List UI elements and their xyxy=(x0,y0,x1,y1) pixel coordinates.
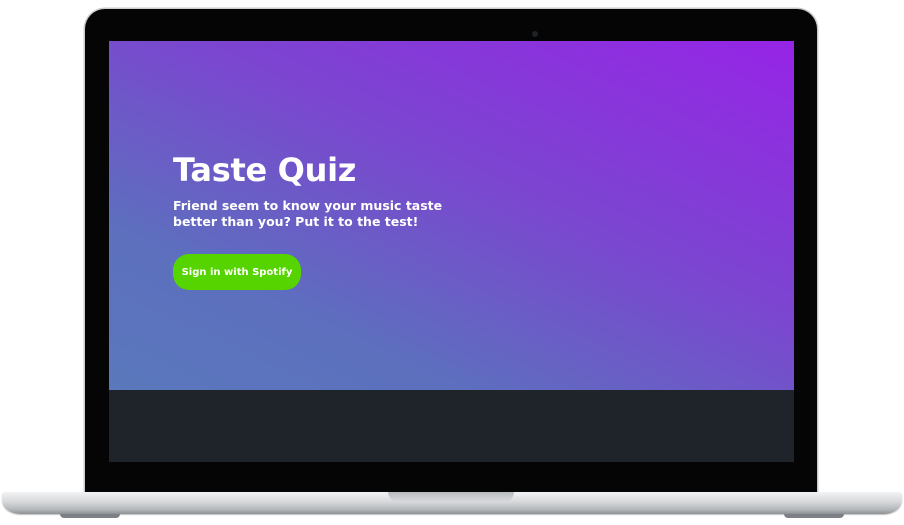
laptop-foot-right xyxy=(784,514,844,518)
laptop-base-notch xyxy=(388,492,514,502)
laptop-foot-left xyxy=(60,514,120,518)
webcam-icon xyxy=(532,31,538,37)
laptop-mockup: Taste Quiz Friend seem to know your musi… xyxy=(0,0,904,525)
hero-section: Taste Quiz Friend seem to know your musi… xyxy=(109,41,794,390)
footer-section xyxy=(109,390,794,462)
hero-subtitle: Friend seem to know your music taste bet… xyxy=(173,198,443,229)
laptop-screen: Taste Quiz Friend seem to know your musi… xyxy=(109,41,794,462)
page-title: Taste Quiz xyxy=(173,151,357,189)
sign-in-with-spotify-button[interactable]: Sign in with Spotify xyxy=(173,254,301,290)
